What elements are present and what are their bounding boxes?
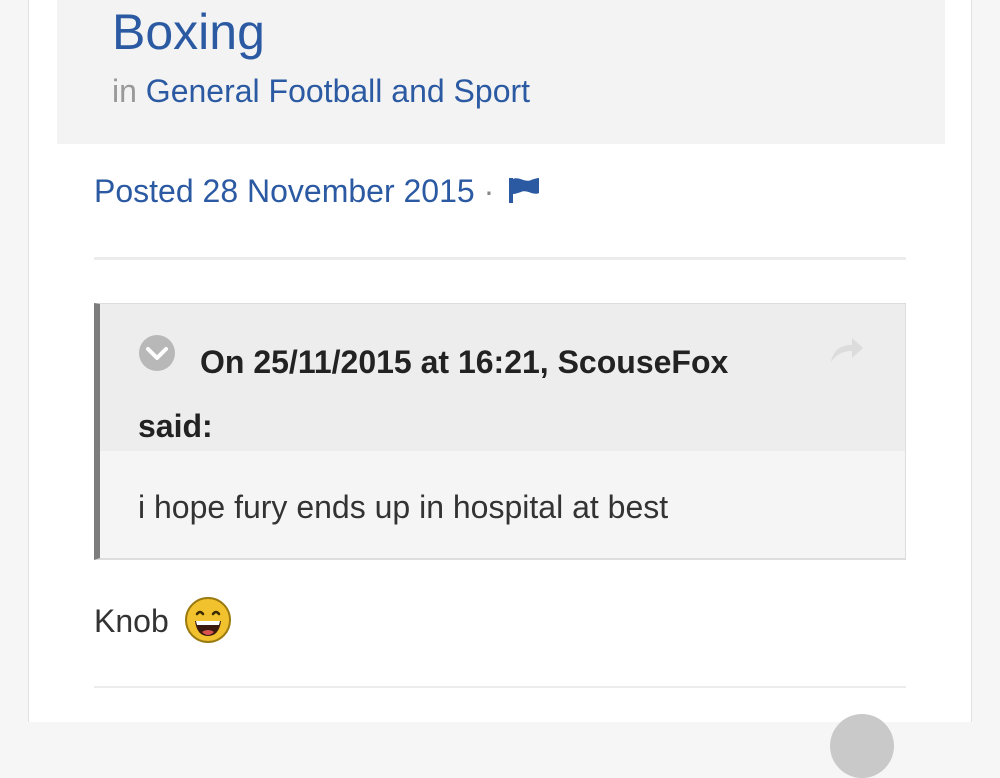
share-arrow-icon[interactable] bbox=[828, 334, 866, 366]
forum-breadcrumb: in General Football and Sport bbox=[112, 72, 530, 110]
avatar[interactable] bbox=[830, 714, 894, 778]
forum-link[interactable]: General Football and Sport bbox=[146, 73, 530, 109]
topic-title[interactable]: Boxing bbox=[112, 2, 265, 62]
quote-block: On 25/11/2015 at 16:21, ScouseFox said: … bbox=[94, 303, 906, 560]
meta-separator: · bbox=[483, 173, 495, 209]
quote-citation: On 25/11/2015 at 16:21, ScouseFox said: bbox=[138, 344, 729, 444]
in-label: in bbox=[112, 73, 137, 109]
laughing-emoji-icon bbox=[184, 596, 232, 653]
post-divider-bottom bbox=[94, 686, 906, 688]
post-meta: Posted 28 November 2015 · bbox=[94, 172, 541, 212]
post-divider-top bbox=[94, 257, 906, 260]
topic-header: Boxing in General Football and Sport bbox=[57, 0, 945, 144]
posted-date-link[interactable]: Posted 28 November 2015 bbox=[94, 173, 475, 209]
post-content: Knob bbox=[94, 596, 232, 653]
post-content-text: Knob bbox=[94, 603, 169, 639]
flag-icon[interactable] bbox=[507, 174, 541, 212]
quote-body-text: i hope fury ends up in hospital at best bbox=[138, 489, 669, 525]
page-container: Boxing in General Football and Sport Pos… bbox=[28, 0, 972, 722]
